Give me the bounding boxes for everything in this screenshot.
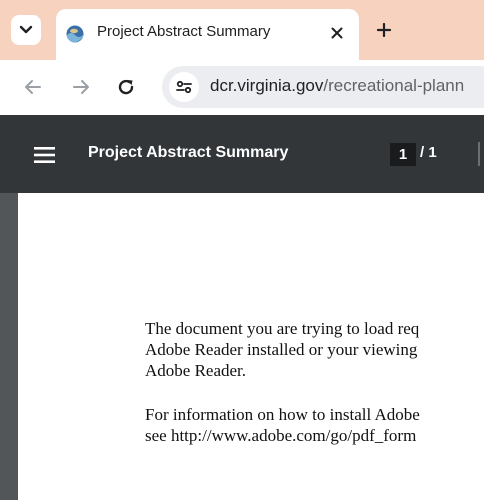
tab-title: Project Abstract Summary [97,23,271,40]
hamburger-menu-icon[interactable] [33,145,57,165]
address-bar[interactable]: dcr.virginia.gov/recreational-plann [162,66,484,108]
back-button[interactable] [20,74,46,100]
document-text-line: Adobe Reader. [145,361,247,380]
url-domain: dcr.virginia.gov [210,76,324,95]
back-arrow-icon [25,80,41,94]
reload-button[interactable] [113,74,139,100]
document-text-line: see http://www.adobe.com/go/pdf_form [145,426,417,445]
document-text-line: The document you are trying to load req [145,319,420,338]
page-count: / 1 [420,144,437,161]
active-tab[interactable]: Project Abstract Summary [56,9,359,60]
new-tab-button[interactable] [371,17,397,43]
forward-button[interactable] [68,74,94,100]
pdf-viewer-toolbar: Project Abstract Summary 1 / 1 [0,115,484,193]
document-text-line: For information on how to install Adobe [145,405,420,424]
browser-toolbar: dcr.virginia.gov/recreational-plann [0,60,484,115]
toolbar-divider [478,142,484,166]
reload-icon [118,79,134,95]
page-number-input[interactable]: 1 [390,143,416,166]
tab-search-button[interactable] [11,15,41,45]
url-path: /recreational-plann [323,76,465,95]
pdf-page: The document you are trying to load req … [18,193,484,500]
tab-close-button[interactable] [327,23,347,43]
plus-icon [377,23,391,37]
close-icon [331,27,343,39]
tune-icon [176,80,192,94]
url-text: dcr.virginia.gov/recreational-plann [210,76,464,96]
pdf-title: Project Abstract Summary [88,144,289,161]
document-text-line: Adobe Reader installed or your viewing [145,340,418,359]
tab-strip: Project Abstract Summary [0,0,484,60]
globe-favicon-icon [66,25,84,43]
forward-arrow-icon [73,80,89,94]
pdf-viewer-body[interactable]: The document you are trying to load req … [0,193,484,500]
site-info-button[interactable] [169,72,199,102]
chevron-down-icon [19,25,33,34]
